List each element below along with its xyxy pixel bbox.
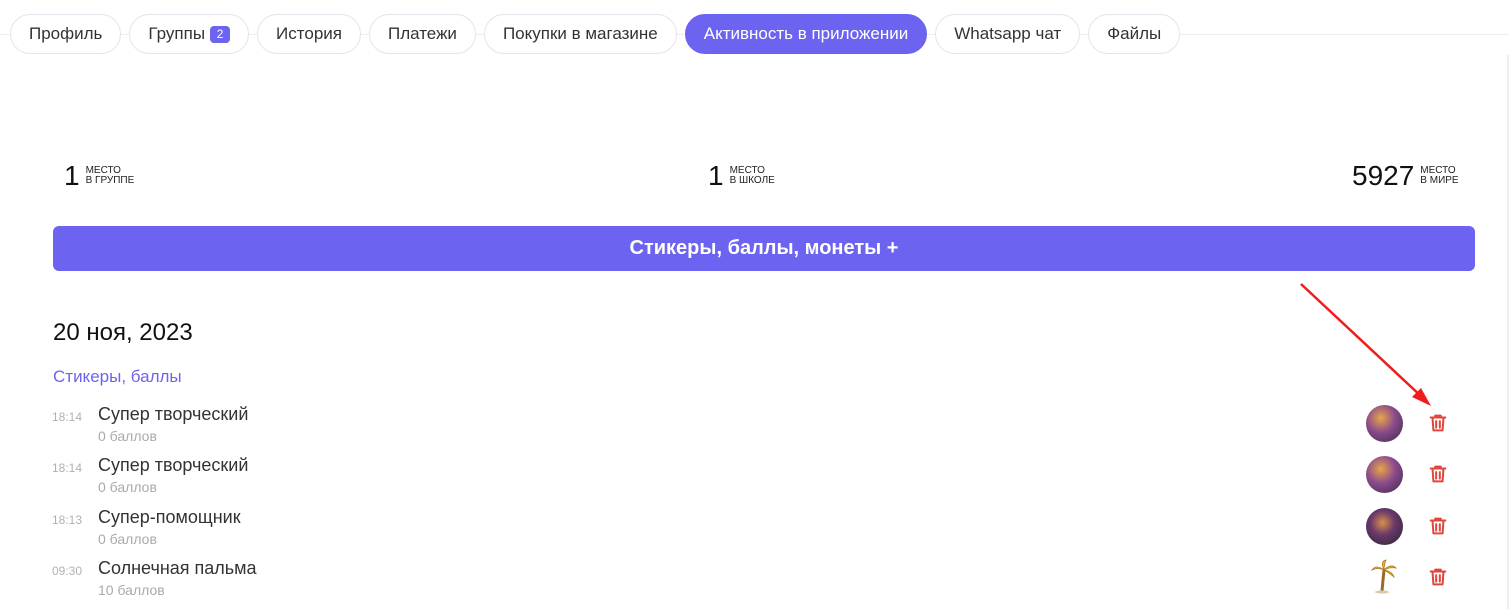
sticker-avatar <box>1366 456 1403 493</box>
rank-value: 1 <box>708 160 724 191</box>
rank-label-line: В МИРЕ <box>1420 175 1459 186</box>
tab-whatsapp-chat[interactable]: Whatsapp чат <box>935 14 1081 54</box>
tab-label: История <box>276 24 342 43</box>
entry-time: 18:14 <box>52 461 83 475</box>
sticker-avatar <box>1366 508 1403 545</box>
tab-payments[interactable]: Платежи <box>368 14 476 54</box>
trash-icon[interactable] <box>1427 412 1449 434</box>
tab-groups[interactable]: Группы 2 <box>129 14 250 54</box>
entry-time: 18:14 <box>52 410 83 424</box>
tab-files[interactable]: Файлы <box>1088 14 1181 54</box>
activity-row: 18:13 Супер-помощник 0 баллов <box>0 505 1509 553</box>
tab-shop-purchases[interactable]: Покупки в магазине <box>483 14 677 54</box>
entry-title: Супер творческий <box>98 404 249 424</box>
entry-title: Солнечная пальма <box>98 558 257 578</box>
activity-row: 18:14 Супер творческий 0 баллов <box>0 453 1509 501</box>
rank-value: 1 <box>64 160 80 191</box>
entry-points: 10 баллов <box>98 582 165 598</box>
tab-label: Покупки в магазине <box>502 24 658 43</box>
tab-history[interactable]: История <box>257 14 361 54</box>
trash-icon[interactable] <box>1427 566 1449 588</box>
rank-world: 5927 МЕСТО В МИРЕ <box>1352 160 1459 192</box>
entry-time: 09:30 <box>52 564 83 578</box>
tab-app-activity[interactable]: Активность в приложении <box>684 14 928 54</box>
rank-school: 1 МЕСТО В ШКОЛЕ <box>708 160 775 192</box>
rank-group: 1 МЕСТО В ГРУППЕ <box>64 160 134 192</box>
rank-value: 5927 <box>1352 160 1415 191</box>
rank-label: МЕСТО В ГРУППЕ <box>86 166 135 186</box>
rank-label: МЕСТО В ШКОЛЕ <box>730 166 775 186</box>
groups-count-badge: 2 <box>210 25 231 43</box>
sticker-avatar <box>1366 405 1403 442</box>
rank-label-line: В ШКОЛЕ <box>729 175 775 186</box>
date-heading: 20 ноя, 2023 <box>53 319 193 346</box>
entry-points: 0 баллов <box>98 428 157 444</box>
entry-title: Супер-помощник <box>98 507 241 527</box>
tab-label: Активность в приложении <box>703 24 909 43</box>
section-title: Стикеры, баллы <box>53 367 182 386</box>
rank-label: МЕСТО В МИРЕ <box>1420 166 1458 186</box>
add-stickers-points-coins-button[interactable]: Стикеры, баллы, монеты + <box>53 226 1475 271</box>
entry-time: 18:13 <box>52 513 83 527</box>
trash-icon[interactable] <box>1427 463 1449 485</box>
activity-row: 18:14 Супер творческий 0 баллов <box>0 402 1509 450</box>
trash-icon[interactable] <box>1427 515 1449 537</box>
entry-points: 0 баллов <box>98 479 157 495</box>
tab-label: Файлы <box>1107 24 1162 43</box>
tab-bar: Профиль Группы 2 История Платежи Покупки … <box>10 14 1181 56</box>
tab-label: Платежи <box>387 24 457 43</box>
entry-points: 0 баллов <box>98 531 157 547</box>
rank-label-line: В ГРУППЕ <box>85 175 135 186</box>
palm-tree-icon <box>1370 559 1398 594</box>
tab-profile[interactable]: Профиль <box>10 14 122 54</box>
tab-label: Группы <box>148 24 206 43</box>
entry-title: Супер творческий <box>98 455 249 475</box>
tab-label: Whatsapp чат <box>954 24 1062 43</box>
tab-label: Профиль <box>29 24 103 43</box>
activity-row: 09:30 Солнечная пальма 10 баллов <box>0 556 1509 604</box>
